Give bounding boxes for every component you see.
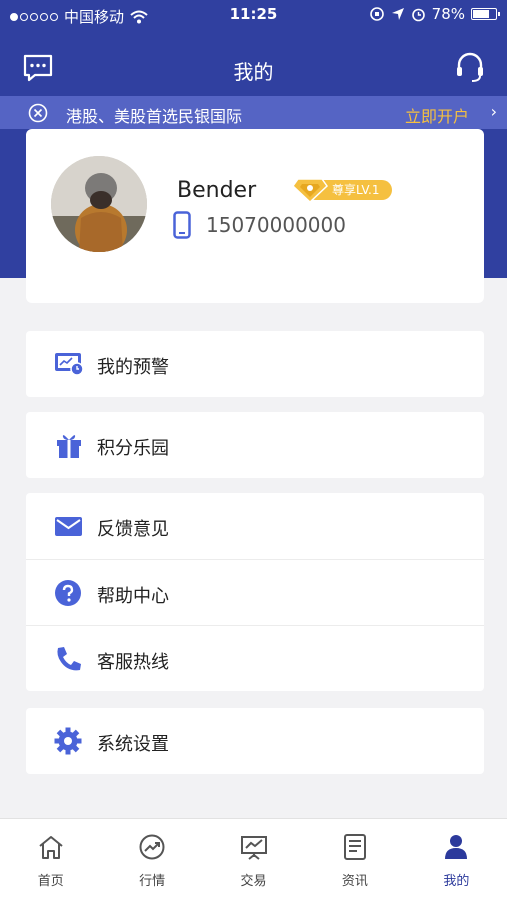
menu-item-help-label: 帮助中心: [97, 586, 169, 607]
tab-mine-label: 我的: [443, 874, 470, 889]
menu-item-alert[interactable]: 我的预警: [26, 331, 484, 397]
headset-icon[interactable]: [453, 50, 487, 84]
tab-trade-label: 交易: [240, 874, 267, 889]
tab-home[interactable]: 首页: [0, 819, 101, 900]
avatar[interactable]: [51, 156, 147, 252]
document-icon: [343, 834, 366, 860]
username: Bender: [177, 178, 257, 203]
menu-group-support: 反馈意见 帮助中心 客服热线: [26, 493, 484, 691]
tab-market-label: 行情: [139, 874, 166, 889]
profile-card[interactable]: Bender 尊享LV.1 15070000000: [26, 129, 484, 303]
tab-news-label: 资讯: [341, 874, 368, 889]
tab-trade[interactable]: 交易: [203, 819, 304, 900]
chevron-right-icon: ›: [490, 102, 497, 121]
avatar-image: [51, 156, 147, 252]
menu-group-alert: 我的预警: [26, 331, 484, 397]
monitor-alert-icon: [55, 353, 84, 376]
nav-bar: 我的: [0, 40, 507, 96]
menu-item-feedback[interactable]: 反馈意见: [26, 493, 484, 559]
menu-item-points[interactable]: 积分乐园: [26, 412, 484, 478]
menu-item-points-label: 积分乐园: [97, 438, 169, 459]
menu-item-alert-label: 我的预警: [97, 357, 169, 378]
trend-chart-icon: [139, 834, 165, 860]
phone-number: 15070000000: [206, 213, 346, 237]
menu-item-feedback-label: 反馈意见: [97, 519, 169, 540]
menu-item-hotline[interactable]: 客服热线: [26, 625, 484, 691]
presentation-board-icon: [240, 836, 267, 860]
open-account-link[interactable]: 立即开户: [405, 103, 469, 127]
promo-banner[interactable]: 港股、美股首选民银国际 立即开户 ›: [0, 96, 507, 129]
user-icon: [445, 835, 468, 859]
gift-icon: [57, 435, 81, 458]
vip-badge: 尊享LV.1: [292, 177, 392, 203]
status-right: 78%: [369, 5, 500, 23]
battery-icon: [471, 8, 500, 20]
phone-icon: [57, 647, 81, 671]
close-icon[interactable]: [28, 103, 48, 123]
menu-item-settings-label: 系统设置: [97, 734, 169, 755]
tab-bar: 首页 行情 交易 资讯 我的: [0, 818, 507, 900]
page-title: 我的: [233, 60, 274, 84]
location-icon: [391, 8, 404, 20]
envelope-icon: [55, 517, 82, 536]
tab-news[interactable]: 资讯: [304, 819, 405, 900]
home-icon: [39, 836, 63, 859]
mobile-phone-icon: [173, 211, 191, 239]
menu-group-points: 积分乐园: [26, 412, 484, 478]
menu-item-hotline-label: 客服热线: [97, 652, 169, 673]
alarm-icon: [411, 8, 425, 21]
gear-icon: [54, 727, 82, 755]
orientation-lock-icon: [369, 7, 384, 21]
tab-home-label: 首页: [37, 874, 64, 889]
menu-item-help[interactable]: 帮助中心: [26, 559, 484, 625]
menu-item-settings[interactable]: 系统设置: [26, 708, 484, 774]
help-icon: [55, 580, 81, 606]
diamond-icon: [292, 178, 328, 203]
tab-mine[interactable]: 我的: [406, 819, 507, 900]
status-bar: 中国移动 11:25 78%: [0, 0, 507, 30]
menu-group-settings: 系统设置: [26, 708, 484, 774]
banner-text: 港股、美股首选民银国际: [66, 107, 243, 126]
battery-percent: 78%: [431, 5, 465, 23]
tab-market[interactable]: 行情: [101, 819, 202, 900]
